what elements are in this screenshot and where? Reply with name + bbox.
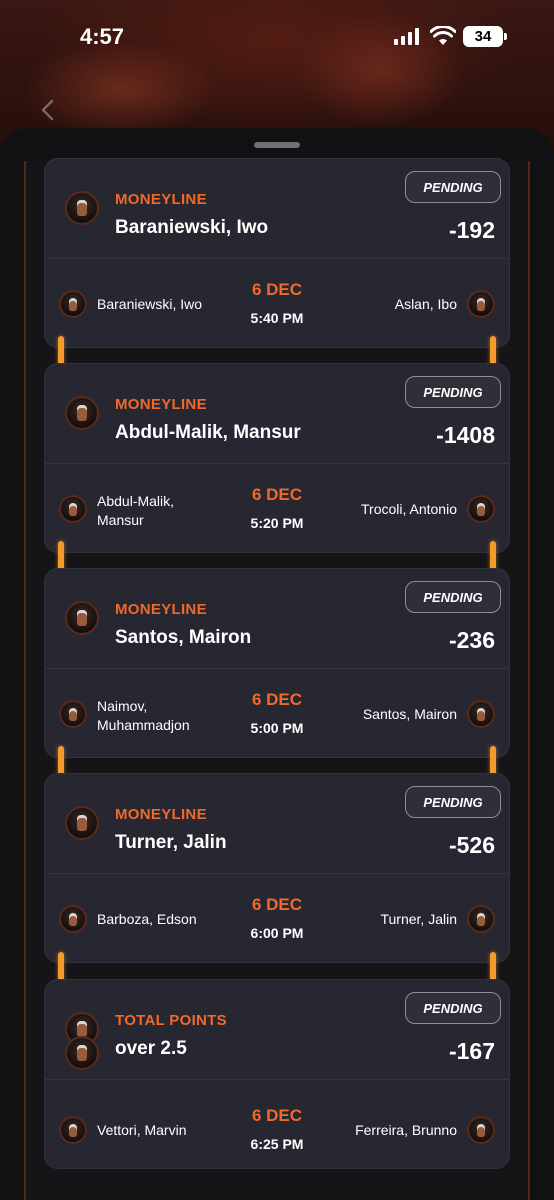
wifi-icon: [430, 26, 456, 45]
pending-badge: PENDING: [405, 376, 501, 408]
fighter-right-name: Santos, Mairon: [362, 706, 457, 722]
status-time: 4:57: [80, 24, 125, 49]
bet-card[interactable]: TOTAL POINTS over 2.5 PENDING -167 Vetto…: [44, 979, 510, 1169]
fighter-avatar-icon: [65, 191, 99, 225]
bet-odds: -192: [448, 217, 495, 243]
fighter-avatar-icon: [65, 396, 99, 430]
fighter-right-name: Aslan, Ibo: [394, 296, 457, 312]
sheet-grabber[interactable]: [254, 142, 300, 148]
back-chevron-icon[interactable]: [38, 98, 56, 122]
fighter-avatar-icon: [467, 1116, 495, 1144]
pending-badge: PENDING: [405, 171, 501, 203]
fighter-right-name: Turner, Jalin: [380, 911, 457, 927]
bet-odds: -167: [448, 1038, 495, 1064]
bet-type: MONEYLINE: [115, 601, 207, 618]
fighter-avatar-icon: [467, 290, 495, 318]
bet-type: MONEYLINE: [115, 806, 207, 823]
bet-odds: -526: [448, 832, 495, 858]
fighter-avatar-icon: [65, 1036, 99, 1070]
bet-odds: -236: [448, 627, 495, 653]
bet-type: TOTAL POINTS: [115, 1012, 227, 1029]
bet-selection: Santos, Mairon: [115, 627, 252, 648]
bet-card[interactable]: MONEYLINE Baraniewski, Iwo PENDING -192 …: [44, 158, 510, 348]
bet-odds: -1408: [436, 422, 495, 448]
pending-badge: PENDING: [405, 581, 501, 613]
bet-card[interactable]: MONEYLINE Turner, Jalin PENDING -526 Bar…: [44, 773, 510, 963]
bet-selection: Baraniewski, Iwo: [115, 217, 269, 238]
bet-type: MONEYLINE: [115, 191, 207, 208]
pending-badge: PENDING: [405, 992, 501, 1024]
bet-type: MONEYLINE: [115, 396, 207, 413]
fighter-avatar-icon: [467, 495, 495, 523]
fighter-avatar-icon: [65, 806, 99, 840]
fighter-avatar-icon: [467, 700, 495, 728]
bet-selection: Abdul-Malik, Mansur: [115, 422, 301, 443]
status-bar: 4:57 34: [0, 0, 554, 70]
pending-badge: PENDING: [405, 786, 501, 818]
battery-icon: 34: [463, 26, 507, 47]
bet-card[interactable]: MONEYLINE Abdul-Malik, Mansur PENDING -1…: [44, 363, 510, 553]
bet-selection: Turner, Jalin: [115, 832, 227, 853]
bet-selection: over 2.5: [115, 1038, 187, 1059]
fighter-right-name: Ferreira, Brunno: [355, 1122, 457, 1138]
fighter-right-name: Trocoli, Antonio: [361, 501, 457, 517]
fighter-avatar-icon: [467, 905, 495, 933]
signal-icon: [394, 28, 419, 45]
bet-card[interactable]: MONEYLINE Santos, Mairon PENDING -236 Na…: [44, 568, 510, 758]
fighter-avatar-icon: [65, 601, 99, 635]
